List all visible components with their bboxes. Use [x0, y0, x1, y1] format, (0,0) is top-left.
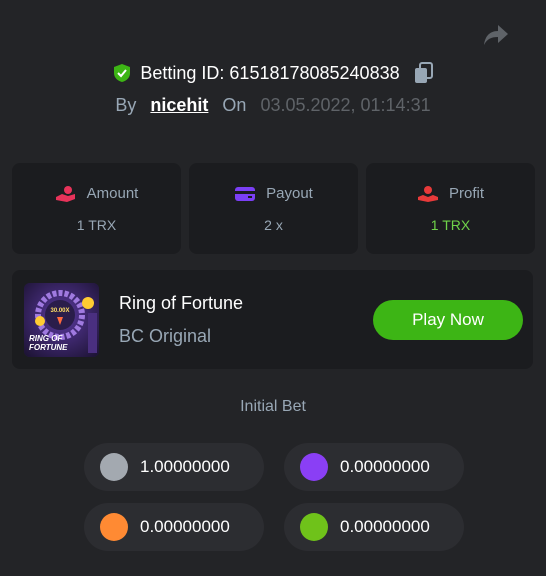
coin-green-icon	[300, 513, 328, 541]
coin-orange-icon	[100, 513, 128, 541]
share-button[interactable]	[482, 22, 510, 48]
coin-pill: 0.00000000	[84, 503, 264, 551]
betting-id-row: Betting ID: 61518178085240838	[0, 60, 546, 86]
copy-button[interactable]	[414, 62, 434, 84]
wallet-icon	[234, 185, 256, 203]
payout-label: Payout	[266, 185, 313, 202]
coin-pill: 0.00000000	[284, 443, 464, 491]
profit-card: Profit 1 TRX	[366, 163, 535, 254]
svg-text:FORTUNE: FORTUNE	[29, 343, 68, 352]
coin-value: 0.00000000	[340, 457, 430, 476]
payout-card: Payout 2 x	[189, 163, 358, 254]
bet-author-row: By nicehit On 03.05.2022, 01:14:31	[0, 92, 546, 118]
coin-value: 0.00000000	[340, 517, 430, 536]
amount-label: Amount	[86, 185, 139, 202]
shield-check-icon	[112, 63, 132, 83]
coins-hand-icon	[55, 185, 77, 203]
on-label: On	[222, 94, 247, 115]
profit-label: Profit	[448, 185, 484, 202]
username-link[interactable]: nicehit	[150, 95, 208, 116]
payout-value: 2 x	[264, 216, 283, 233]
coin-gray-icon	[100, 453, 128, 481]
svg-text:RING OF: RING OF	[29, 334, 63, 343]
svg-text:30.00X: 30.00X	[50, 308, 69, 314]
amount-value: 1 TRX	[76, 216, 117, 233]
by-label: By	[115, 94, 137, 115]
game-subtitle: BC Original	[119, 326, 212, 346]
initial-bet-label: Initial Bet	[240, 398, 306, 415]
betting-id: Betting ID: 61518178085240838	[140, 62, 400, 83]
share-icon	[484, 25, 508, 45]
play-now-button[interactable]: Play Now	[373, 300, 523, 340]
coin-value: 0.00000000	[140, 517, 230, 536]
coin-pill: 1.00000000	[84, 443, 264, 491]
game-thumbnail[interactable]: 30.00X RING OF FORTUNE	[24, 283, 99, 357]
amount-card: Amount 1 TRX	[12, 163, 181, 254]
coin-purple-icon	[300, 453, 328, 481]
coin-pill: 0.00000000	[284, 503, 464, 551]
profit-hand-icon	[417, 185, 439, 203]
game-card: 30.00X RING OF FORTUNE Ring of Fortune B…	[12, 270, 533, 369]
ring-of-fortune-artwork: 30.00X RING OF FORTUNE	[24, 283, 99, 357]
game-title: Ring of Fortune	[119, 293, 244, 313]
profit-value: 1 TRX	[430, 216, 471, 233]
bet-datetime: 03.05.2022, 01:14:31	[260, 94, 431, 115]
copy-icon	[414, 62, 433, 83]
coin-value: 1.00000000	[140, 457, 230, 476]
